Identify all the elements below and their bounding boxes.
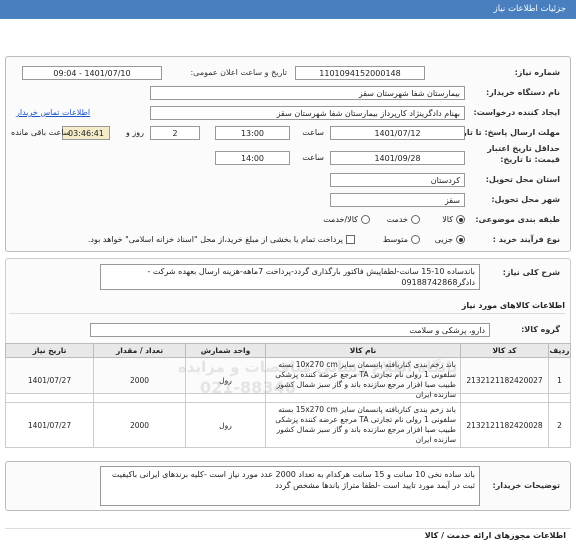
- buyer-label: نام دستگاه خریدار:: [486, 88, 560, 97]
- row-date: 1401/07/27: [5, 402, 94, 448]
- summary-text-line1: باندساده 10-15 سانت-لطفاپیش فاکتور بارگذ…: [147, 267, 475, 276]
- announce-field: 1401/07/10 - 09:04: [22, 66, 162, 80]
- row-unit: رول: [185, 357, 266, 403]
- buyer-contact-link[interactable]: اطلاعات تماس خریدار: [16, 106, 90, 120]
- category-label: طبقه بندی موضوعی:: [475, 215, 560, 224]
- creator-label: ایجاد کننده درخواست:: [473, 108, 561, 117]
- process-label: نوع فرآیند خرید :: [492, 235, 560, 244]
- row-code: 2132121182420027: [460, 357, 549, 403]
- buyer-notes-panel: توضیحات خریدار: باند ساده نخی 10 سانت و …: [5, 461, 571, 511]
- goods-table: ردیف کد کالا نام کالا واحد شمارش تعداد /…: [5, 343, 571, 448]
- row-code: 2132121182420028: [460, 402, 549, 448]
- send-deadline-label: مهلت ارسال پاسخ: تا تاریخ:: [450, 128, 560, 137]
- province-label: استان محل تحویل:: [485, 175, 560, 184]
- process-minor-option[interactable]: جزیی: [435, 233, 465, 247]
- buyer-notes-label: توضیحات خریدار:: [492, 481, 560, 490]
- row-qty: 2000: [93, 402, 186, 448]
- process-minor-label: جزیی: [434, 235, 453, 244]
- row-name: باند زخم بندی کناربافته پانسمان سایز 15x…: [265, 402, 461, 448]
- days-label: روز و: [126, 128, 144, 137]
- validity-date-field: 1401/09/28: [330, 151, 465, 165]
- buyer-notes-box: باند ساده نخی 10 سانت و 15 سانت هرکدام ب…: [100, 466, 480, 506]
- col-header-date: تاریخ نیاز: [5, 343, 94, 358]
- col-header-unit: واحد شمارش: [185, 343, 266, 358]
- province-field: کردستان: [330, 173, 465, 187]
- category-goods-option[interactable]: کالا: [442, 213, 465, 227]
- col-header-code: کد کالا: [460, 343, 549, 358]
- category-goods-label: کالا: [442, 215, 453, 224]
- table-row: 2 2132121182420028 باند زخم بندی کنارباف…: [5, 402, 571, 448]
- need-number-label: شماره نیاز:: [514, 68, 560, 77]
- row-name: باند زخم بندی کناربافته پانسمان سایز 10x…: [265, 357, 461, 403]
- send-date-field: 1401/07/12: [330, 126, 465, 140]
- treasury-payment-option[interactable]: پرداخت تمام یا بخشی از مبلغ خرید،از محل …: [88, 233, 355, 247]
- row-index: 2: [548, 402, 571, 448]
- announce-label: تاریخ و ساعت اعلان عمومی:: [190, 68, 287, 77]
- goods-group-field: دارو، پزشکی و سلامت: [90, 323, 490, 337]
- process-medium-option[interactable]: متوسط: [383, 233, 420, 247]
- radio-icon[interactable]: [456, 215, 465, 224]
- row-date: 1401/07/27: [5, 357, 94, 403]
- row-qty: 2000: [93, 357, 186, 403]
- col-header-name: نام کالا: [265, 343, 461, 358]
- col-header-qty: تعداد / مقدار: [93, 343, 186, 358]
- radio-icon[interactable]: [456, 235, 465, 244]
- summary-text-line2: دادگر09188742868: [401, 278, 475, 287]
- radio-icon[interactable]: [361, 215, 370, 224]
- goods-section-title: اطلاعات کالاهای مورد نیاز: [9, 298, 565, 314]
- permits-section-title: اطلاعات مجوزهای ارائه خدمت / کالا: [5, 528, 571, 542]
- validity-time-label: ساعت: [302, 153, 324, 162]
- validity-label: حداقل تاریخ اعتبار قیمت: تا تاریخ:: [487, 144, 560, 164]
- remaining-label: ساعت باقی مانده: [11, 128, 71, 137]
- category-both-option[interactable]: کالا/خدمت: [323, 213, 370, 227]
- treasury-payment-label: پرداخت تمام یا بخشی از مبلغ خرید،از محل …: [87, 235, 343, 244]
- radio-icon[interactable]: [411, 215, 420, 224]
- summary-box: باندساده 10-15 سانت-لطفاپیش فاکتور بارگذ…: [100, 264, 480, 290]
- checkbox-icon[interactable]: [346, 235, 355, 244]
- validity-time-field: 14:00: [215, 151, 290, 165]
- radio-icon[interactable]: [411, 235, 420, 244]
- city-label: شهر محل تحویل:: [491, 195, 560, 204]
- table-header-row: ردیف کد کالا نام کالا واحد شمارش تعداد /…: [5, 343, 571, 358]
- send-time-field: 13:00: [215, 126, 290, 140]
- need-info-panel: شماره نیاز: 1101094152000148 تاریخ و ساع…: [5, 56, 571, 252]
- buyer-field: بیمارستان شفا شهرستان سقز: [150, 86, 465, 100]
- category-service-label: خدمت: [386, 215, 408, 224]
- category-service-option[interactable]: خدمت: [387, 213, 420, 227]
- process-medium-label: متوسط: [382, 235, 408, 244]
- row-unit: رول: [185, 402, 266, 448]
- city-field: سقز: [330, 193, 465, 207]
- goods-table-container: ردیف کد کالا نام کالا واحد شمارش تعداد /…: [5, 343, 571, 448]
- need-number-field: 1101094152000148: [295, 66, 425, 80]
- category-both-label: کالا/خدمت: [323, 215, 358, 224]
- send-time-label: ساعت: [302, 128, 324, 137]
- creator-field: بهنام دادگرینژاد کارپرداز بیمارستان شفا …: [150, 106, 465, 120]
- summary-label: شرح کلی نیاز:: [502, 268, 560, 277]
- table-row: 1 2132121182420027 باند زخم بندی کنارباف…: [5, 357, 571, 403]
- days-field: 2: [150, 126, 200, 140]
- goods-group-label: گروه کالا:: [521, 325, 560, 334]
- row-index: 1: [548, 357, 571, 403]
- col-header-index: ردیف: [548, 343, 571, 358]
- page-title: جزئیات اطلاعات نیاز: [0, 0, 576, 19]
